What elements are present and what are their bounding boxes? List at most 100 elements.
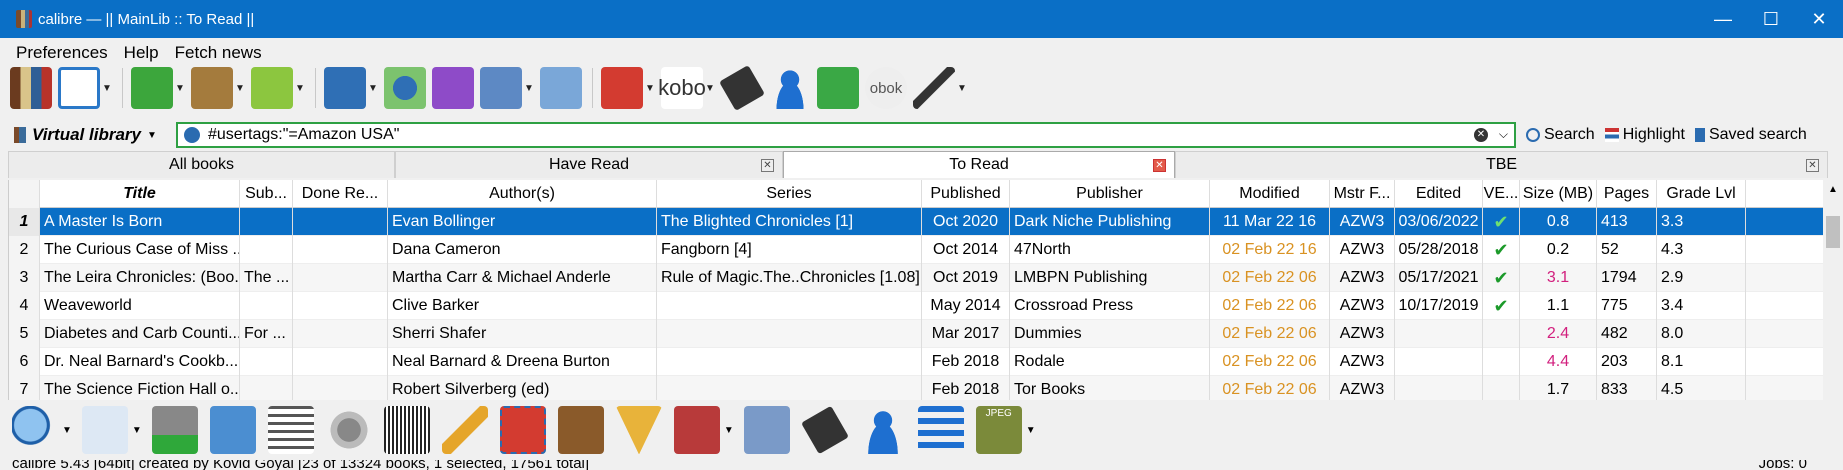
annotations-dropdown-icon[interactable]: ▼ — [524, 83, 534, 94]
scroll-up-icon[interactable]: ▲ — [1823, 184, 1843, 195]
row-number[interactable]: 3 — [9, 264, 40, 292]
kobo-icon[interactable]: kobo — [658, 67, 706, 109]
column-header-subtitle[interactable]: Sub... — [240, 180, 293, 208]
row-number[interactable]: 5 — [9, 320, 40, 348]
column-header-edited[interactable]: Edited — [1395, 180, 1483, 208]
barcode-add-icon[interactable] — [383, 406, 430, 454]
table-row[interactable]: 1A Master Is Born Evan Bollinger The Bligh… — [9, 208, 1823, 236]
polish-books-icon[interactable] — [540, 67, 582, 109]
warning-icon[interactable] — [615, 406, 662, 454]
row-number[interactable]: 6 — [9, 348, 40, 376]
search-history-dropdown-icon[interactable]: ⌵ — [1499, 127, 1508, 142]
table-row[interactable]: 5 Diabetes and Carb Counti... For ... Sherr… — [9, 320, 1823, 348]
remove-dropdown-icon[interactable]: ▼ — [645, 83, 655, 94]
column-header-authors[interactable]: Author(s) — [388, 180, 657, 208]
books-icon[interactable] — [673, 406, 720, 454]
table-vertical-scrollbar[interactable]: ▲ — [1823, 180, 1843, 400]
kobo-dropdown-icon[interactable]: ▼ — [705, 83, 715, 94]
connect-share-icon[interactable] — [384, 67, 426, 109]
user-icon[interactable] — [859, 406, 906, 454]
tab-have-read[interactable]: Have Read ✕ — [395, 151, 783, 178]
search-gear-icon[interactable] — [184, 127, 200, 143]
table-row[interactable]: 6 Dr. Neal Barnard's Cookb... Neal Barnard… — [9, 348, 1823, 376]
clear-search-icon[interactable]: ✕ — [1474, 128, 1488, 142]
table-row[interactable]: 3 The Leira Chronicles: (Boo... The ... Mar… — [9, 264, 1823, 292]
library-icon[interactable] — [10, 67, 52, 109]
highlight-button[interactable]: Highlight — [1604, 126, 1685, 144]
maximize-button[interactable]: ☐ — [1747, 0, 1795, 38]
find-duplicates-icon[interactable] — [81, 406, 128, 454]
tag-icon[interactable] — [800, 405, 849, 455]
dice-icon[interactable] — [817, 67, 859, 109]
book-list-table[interactable]: Title Sub... Done Re... Author(s) Series… — [8, 180, 1823, 400]
sort-icon[interactable] — [917, 406, 964, 454]
remove-books-icon[interactable] — [601, 67, 643, 109]
save-dropdown-icon[interactable]: ▼ — [368, 83, 378, 94]
row-number[interactable]: 2 — [9, 236, 40, 264]
column-header-master-format[interactable]: Mstr F... — [1330, 180, 1395, 208]
column-header-published[interactable]: Published — [922, 180, 1010, 208]
check-library-icon[interactable] — [151, 406, 198, 454]
column-header-size[interactable]: Size (MB) — [1520, 180, 1597, 208]
clean-icon[interactable] — [441, 406, 488, 454]
toolbox-icon[interactable] — [499, 406, 546, 454]
convert-books-dropdown-icon[interactable]: ▼ — [235, 83, 245, 94]
table-row[interactable]: 7 The Science Fiction Hall o... Robert Sil… — [9, 376, 1823, 400]
row-number[interactable]: 1 — [9, 208, 40, 236]
search-books-icon[interactable] — [12, 406, 58, 454]
close-button[interactable]: ✕ — [1795, 0, 1843, 38]
search-books-dropdown-icon[interactable]: ▼ — [62, 425, 72, 436]
column-header-series[interactable]: Series — [657, 180, 922, 208]
row-number[interactable]: 7 — [9, 376, 40, 400]
jpeg-icon[interactable]: JPEG — [975, 406, 1022, 454]
tab-close-icon[interactable]: ✕ — [1806, 159, 1819, 172]
preferences-icon[interactable] — [325, 406, 372, 454]
virtual-library-button[interactable]: Virtual library ▼ — [14, 125, 160, 145]
add-books-dropdown-icon[interactable]: ▼ — [175, 83, 185, 94]
view-dropdown-icon[interactable]: ▼ — [295, 83, 305, 94]
column-header-grade-level[interactable]: Grade Lvl — [1657, 180, 1746, 208]
table-row[interactable]: 4 Weaveworld Clive Barker May 2014 Crossroad… — [9, 292, 1823, 320]
edit-metadata-icon[interactable] — [58, 67, 100, 109]
save-to-disk-icon[interactable] — [324, 67, 366, 109]
table-row[interactable]: 2 The Curious Case of Miss ... Dana Camero… — [9, 236, 1823, 264]
tab-tbe[interactable]: TBE ✕ — [1175, 151, 1828, 178]
column-header-done-reading[interactable]: Done Re... — [293, 180, 388, 208]
column-header-publisher[interactable]: Publisher — [1010, 180, 1210, 208]
box-arrow-icon[interactable] — [557, 406, 604, 454]
tab-to-read[interactable]: To Read ✕ — [783, 151, 1175, 178]
jobs-count[interactable]: Jobs: 0 — [1759, 460, 1807, 470]
scrollbar-thumb[interactable] — [1826, 216, 1840, 248]
list-icon[interactable] — [267, 406, 314, 454]
quill-dropdown-icon[interactable]: ▼ — [957, 83, 967, 94]
add-books-icon[interactable] — [131, 67, 173, 109]
user-icon[interactable] — [769, 67, 811, 109]
column-header-title[interactable]: Title — [40, 180, 240, 208]
search-input[interactable]: #usertags:"=Amazon USA" ✕ ⌵ — [176, 122, 1516, 148]
tab-close-icon[interactable]: ✕ — [761, 159, 774, 172]
convert-books-icon[interactable] — [191, 67, 233, 109]
saved-search-button[interactable]: Saved search — [1694, 126, 1807, 144]
row-number[interactable]: 4 — [9, 292, 40, 320]
edit-metadata-dropdown-icon[interactable]: ▼ — [102, 83, 112, 94]
image-edit-icon[interactable] — [743, 406, 790, 454]
get-books-icon[interactable] — [209, 406, 256, 454]
minimize-button[interactable]: — — [1699, 0, 1747, 38]
column-header-modified[interactable]: Modified — [1210, 180, 1330, 208]
jpeg-dropdown-icon[interactable]: ▼ — [1026, 425, 1036, 436]
annotations-icon[interactable] — [480, 67, 522, 109]
menu-fetch-news[interactable]: Fetch news — [167, 43, 270, 63]
edit-book-icon[interactable] — [432, 67, 474, 109]
menu-help[interactable]: Help — [116, 43, 167, 63]
column-header-ve[interactable]: VE... — [1483, 180, 1520, 208]
find-duplicates-dropdown-icon[interactable]: ▼ — [132, 425, 142, 436]
books-dropdown-icon[interactable]: ▼ — [724, 425, 734, 436]
menu-preferences[interactable]: Preferences — [8, 43, 116, 63]
column-header-pages[interactable]: Pages — [1597, 180, 1657, 208]
view-icon[interactable] — [251, 67, 293, 109]
tag-icon[interactable] — [719, 65, 765, 111]
obok-icon[interactable]: obok — [865, 67, 907, 109]
tab-close-icon[interactable]: ✕ — [1153, 159, 1166, 172]
search-button[interactable]: Search — [1526, 126, 1595, 144]
tab-all-books[interactable]: All books — [8, 151, 395, 178]
